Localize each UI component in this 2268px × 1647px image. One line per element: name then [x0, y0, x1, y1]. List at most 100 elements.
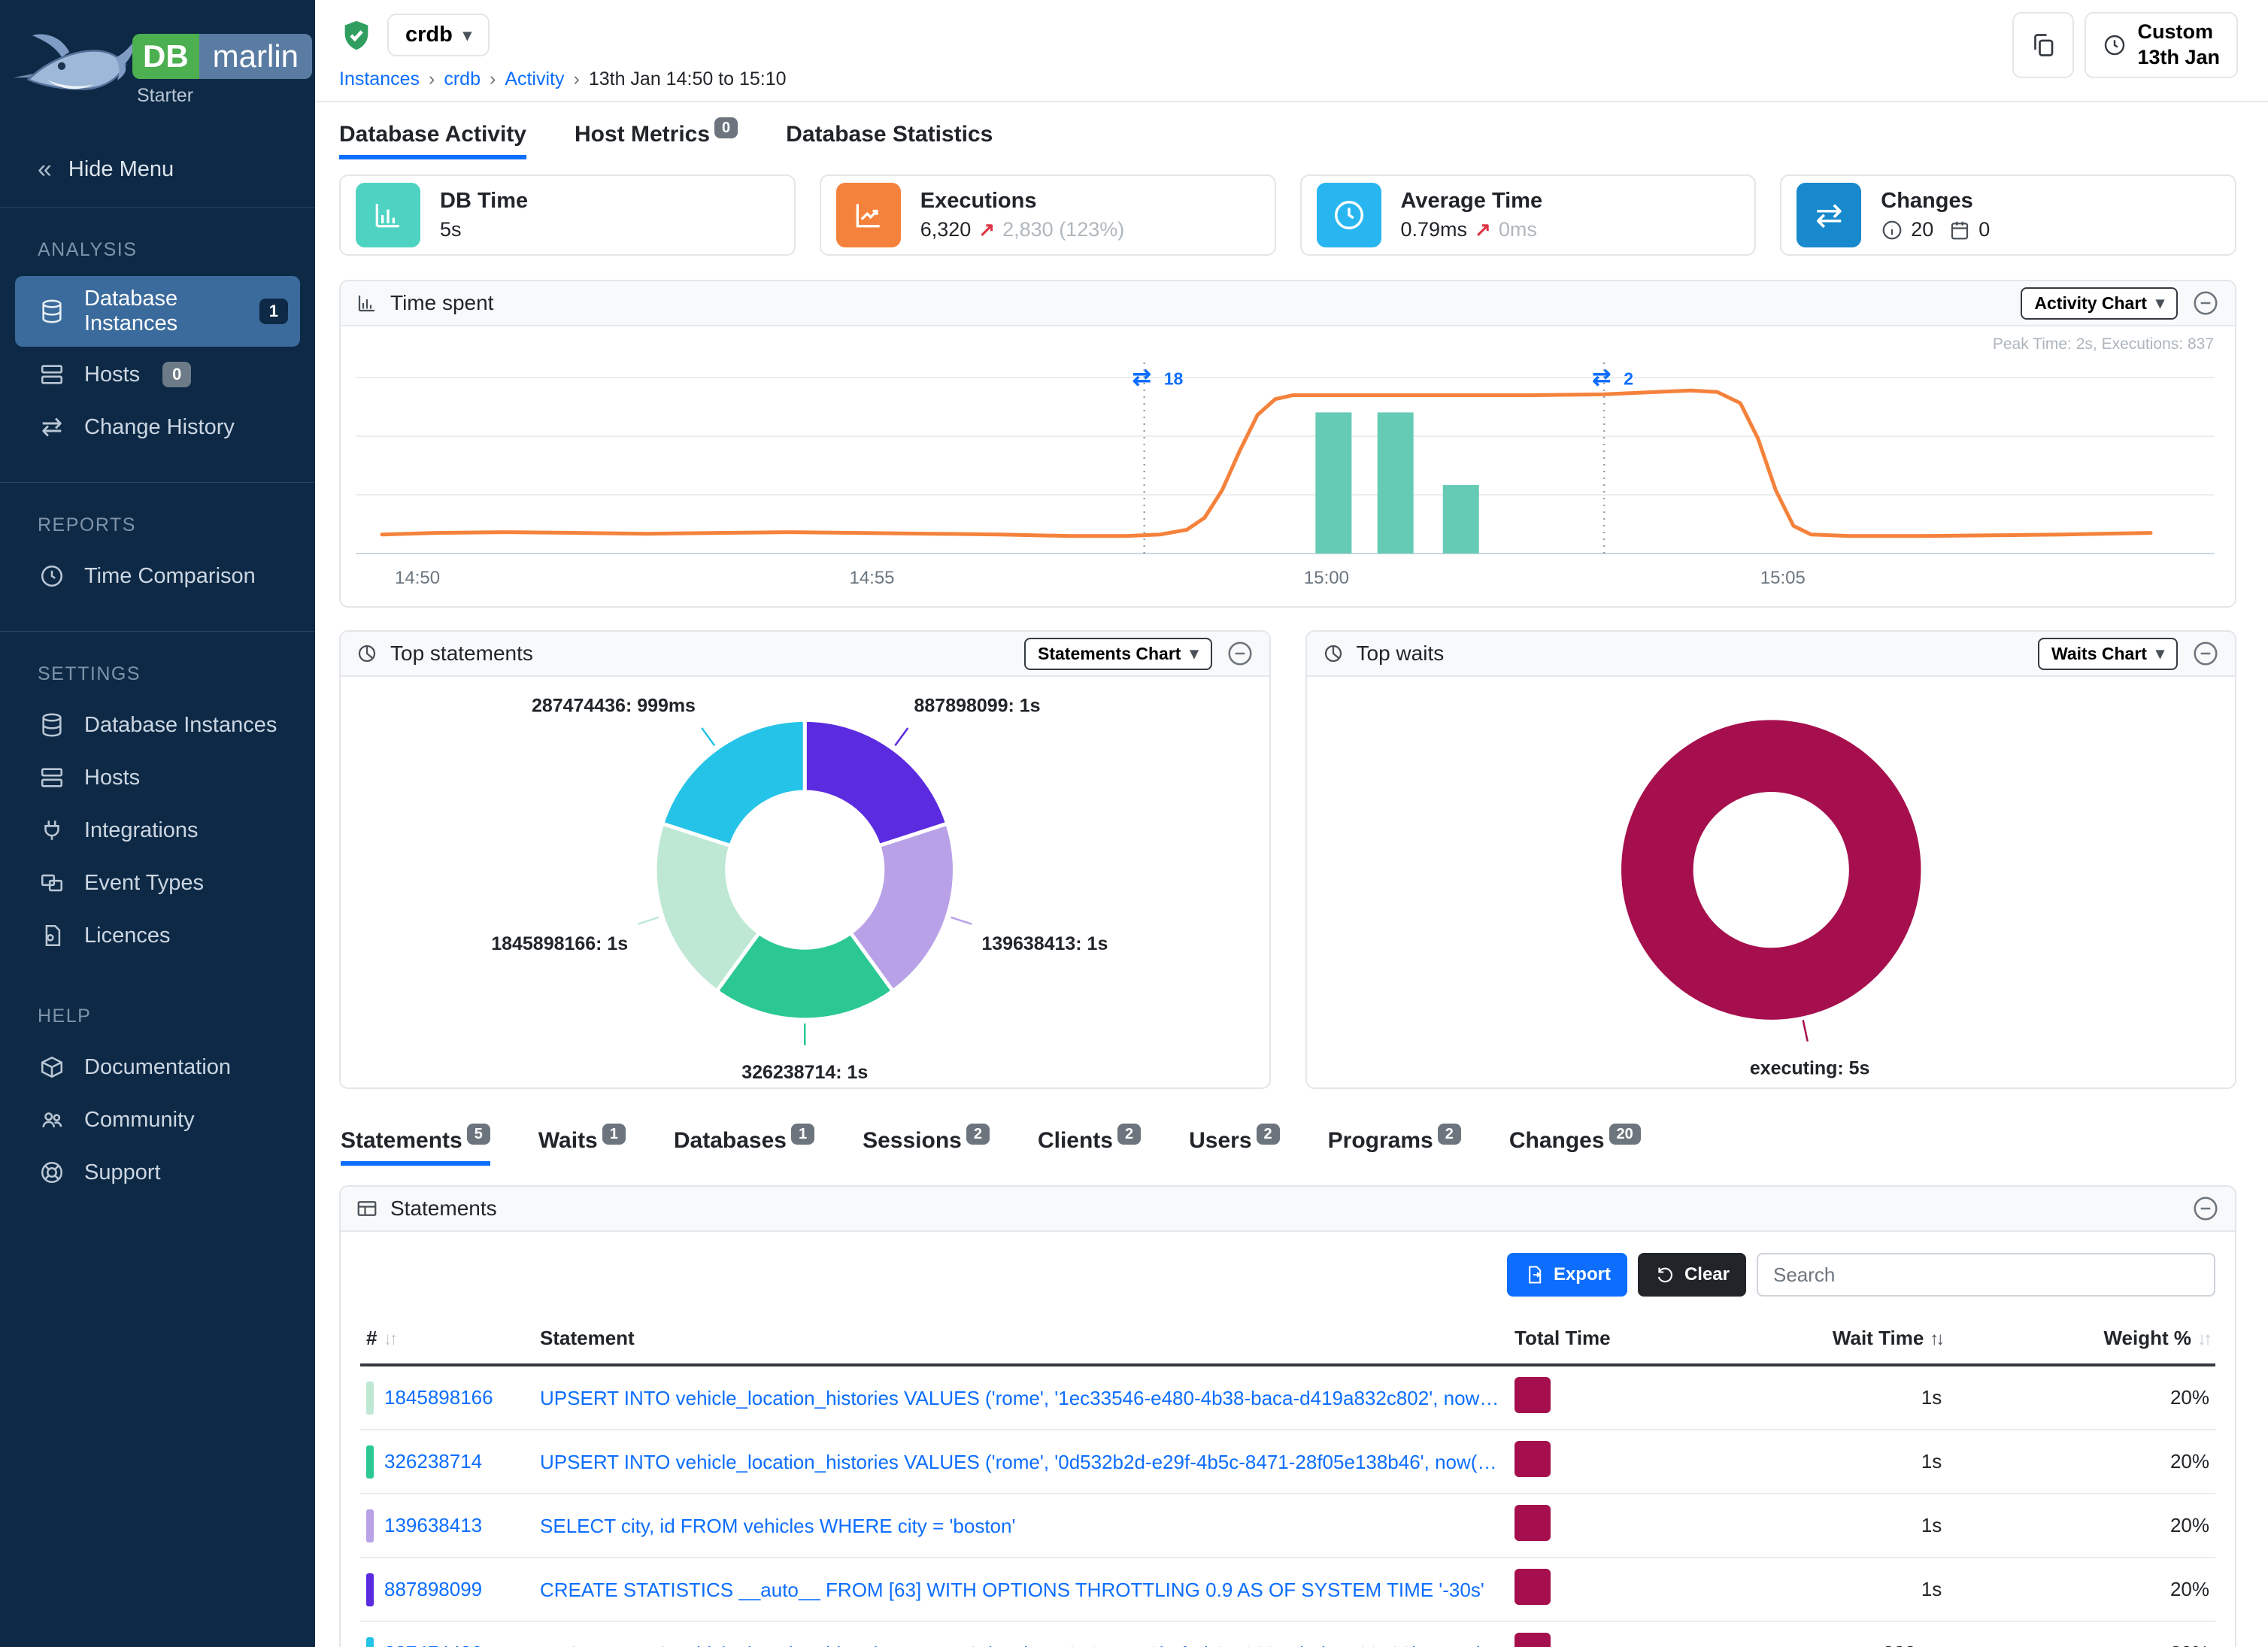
database-icon — [38, 711, 66, 739]
statement-link[interactable]: SELECT city, id FROM vehicles WHERE city… — [540, 1515, 1015, 1538]
instance-selector[interactable]: crdb ▾ — [387, 14, 490, 56]
donut-slice[interactable] — [663, 720, 805, 845]
tab-database-activity[interactable]: Database Activity — [339, 122, 526, 159]
card-executions: Executions 6,320 ↗ 2,830 (123%) — [820, 174, 1276, 256]
sidebar-item-change-history[interactable]: ⇄ Change History — [15, 402, 300, 452]
table-row[interactable]: 1845898166 UPSERT INTO vehicle_location_… — [360, 1365, 2215, 1430]
tab-database-statistics[interactable]: Database Statistics — [786, 122, 993, 159]
sidebar-item-integrations[interactable]: Integrations — [15, 805, 300, 855]
breadcrumb-instances[interactable]: Instances — [339, 68, 420, 90]
search-input[interactable] — [1757, 1253, 2215, 1297]
tab-databases[interactable]: Databases1 — [674, 1128, 814, 1166]
statement-color-bar — [366, 1509, 374, 1542]
time-spent-chart[interactable]: ⇄18⇄214:5014:5515:0015:05 — [341, 326, 2235, 606]
column-header-statement[interactable]: Statement — [534, 1316, 1508, 1365]
sidebar-item-settings-hosts[interactable]: Hosts — [15, 753, 300, 802]
statement-id-link[interactable]: 326238714 — [384, 1450, 482, 1473]
edition-label: Starter — [132, 85, 312, 107]
sidebar-item-label: Licences — [84, 924, 170, 948]
table-row[interactable]: 139638413 SELECT city, id FROM vehicles … — [360, 1494, 2215, 1558]
statement-id-link[interactable]: 887898099 — [384, 1578, 482, 1601]
hide-menu-button[interactable]: « Hide Menu — [0, 134, 315, 207]
table-row[interactable]: 326238714 UPSERT INTO vehicle_location_h… — [360, 1430, 2215, 1494]
total-time-bar — [1515, 1505, 1551, 1541]
top-statements-donut[interactable]: 887898099: 1s139638413: 1s326238714: 1s1… — [341, 677, 1269, 1087]
tab-badge: 2 — [966, 1124, 990, 1145]
wait-time-value: 1s — [1680, 1494, 1948, 1558]
donut-slice[interactable] — [1657, 756, 1884, 984]
tab-changes[interactable]: Changes20 — [1509, 1128, 1641, 1166]
info-change-count: 20 — [1911, 218, 1933, 241]
column-header-total-time[interactable]: Total Time — [1508, 1316, 1680, 1365]
sidebar-item-event-types[interactable]: Event Types — [15, 858, 300, 908]
metric-cards: DB Time 5s Executions 6,320 ↗ 2,830 (123… — [339, 174, 2236, 256]
undo-icon — [1654, 1264, 1675, 1285]
statement-id-link[interactable]: 287474436 — [384, 1642, 482, 1647]
breadcrumb-crdb[interactable]: crdb — [444, 68, 481, 90]
sort-icon: ↓↑ — [383, 1329, 395, 1349]
count-badge: 0 — [162, 362, 191, 387]
sidebar-item-documentation[interactable]: Documentation — [15, 1042, 300, 1092]
collapse-panel-button[interactable] — [2191, 1194, 2220, 1223]
collapse-panel-button[interactable] — [2191, 289, 2220, 317]
top-waits-donut[interactable]: executing: 5s — [1307, 677, 2236, 1087]
breadcrumb-activity[interactable]: Activity — [505, 68, 564, 90]
sidebar-section-reports: REPORTS — [38, 514, 315, 536]
tab-badge: 0 — [714, 117, 738, 138]
db-time-line — [382, 390, 2151, 536]
sidebar: DB marlin Starter « Hide Menu ANALYSIS D… — [0, 0, 315, 1647]
tab-host-metrics[interactable]: Host Metrics0 — [575, 122, 738, 159]
card-db-time: DB Time 5s — [339, 174, 796, 256]
card-title: Executions — [920, 189, 1124, 214]
sort-ascending-icon: ↑↓ — [1930, 1329, 1942, 1349]
statement-link[interactable]: CREATE STATISTICS __auto__ FROM [63] WIT… — [540, 1579, 1484, 1602]
database-icon — [38, 297, 66, 326]
sidebar-item-settings-database-instances[interactable]: Database Instances — [15, 700, 300, 750]
card-delta: 2,830 (123%) — [1002, 218, 1124, 241]
activity-chart-select[interactable]: Activity Chart ▾ — [2021, 287, 2178, 320]
statement-id-link[interactable]: 139638413 — [384, 1514, 482, 1537]
tab-waits[interactable]: Waits1 — [538, 1128, 626, 1166]
export-button[interactable]: Export — [1507, 1253, 1627, 1297]
table-row[interactable]: 287474436 UPSERT INTO vehicle_location_h… — [360, 1621, 2215, 1647]
sidebar-item-hosts[interactable]: Hosts 0 — [15, 350, 300, 399]
sidebar-item-support[interactable]: Support — [15, 1148, 300, 1197]
bar-chart-icon — [356, 292, 378, 314]
total-time-bar — [1515, 1441, 1551, 1477]
statement-link[interactable]: UPSERT INTO vehicle_location_histories V… — [540, 1387, 1502, 1410]
sidebar-item-label: Community — [84, 1108, 195, 1133]
card-delta: 0ms — [1499, 218, 1537, 241]
time-range-button[interactable]: Custom 13th Jan — [2085, 12, 2238, 78]
statements-chart-select[interactable]: Statements Chart ▾ — [1024, 638, 1211, 670]
collapse-panel-button[interactable] — [1226, 639, 1254, 668]
tab-clients[interactable]: Clients2 — [1038, 1128, 1141, 1166]
tab-label: Database Statistics — [786, 122, 993, 147]
tab-sessions[interactable]: Sessions2 — [863, 1128, 990, 1166]
tab-users[interactable]: Users2 — [1189, 1128, 1280, 1166]
sidebar-item-database-instances[interactable]: Database Instances 1 — [15, 276, 300, 347]
statement-id-link[interactable]: 1845898166 — [384, 1386, 493, 1409]
tab-programs[interactable]: Programs2 — [1328, 1128, 1461, 1166]
donut-slice[interactable] — [805, 720, 947, 845]
statement-link[interactable]: UPSERT INTO vehicle_location_histories V… — [540, 1642, 1502, 1647]
sidebar-item-time-comparison[interactable]: Time Comparison — [15, 551, 300, 601]
copy-link-button[interactable] — [2012, 12, 2074, 78]
column-header-id[interactable]: #↓↑ — [360, 1316, 534, 1365]
statement-link[interactable]: UPSERT INTO vehicle_location_histories V… — [540, 1451, 1502, 1474]
table-row[interactable]: 887898099 CREATE STATISTICS __auto__ FRO… — [360, 1558, 2215, 1621]
detail-tabs: Statements5 Waits1 Databases1 Sessions2 … — [339, 1128, 2236, 1166]
sidebar-item-community[interactable]: Community — [15, 1095, 300, 1145]
time-range-line2: 13th Jan — [2137, 45, 2220, 71]
tab-statements[interactable]: Statements5 — [341, 1128, 490, 1166]
clear-label: Clear — [1684, 1264, 1730, 1285]
collapse-panel-button[interactable] — [2191, 639, 2220, 668]
waits-chart-select[interactable]: Waits Chart ▾ — [2038, 638, 2178, 670]
column-header-weight[interactable]: Weight %↓↑ — [1948, 1316, 2215, 1365]
column-header-wait-time[interactable]: Wait Time↑↓ — [1680, 1316, 1948, 1365]
docs-cube-icon — [38, 1053, 66, 1081]
sidebar-item-licences[interactable]: Licences — [15, 911, 300, 960]
clear-button[interactable]: Clear — [1638, 1253, 1746, 1297]
divider — [0, 631, 315, 632]
chart-select-label: Activity Chart — [2034, 293, 2147, 314]
chart-select-label: Statements Chart — [1038, 644, 1181, 664]
